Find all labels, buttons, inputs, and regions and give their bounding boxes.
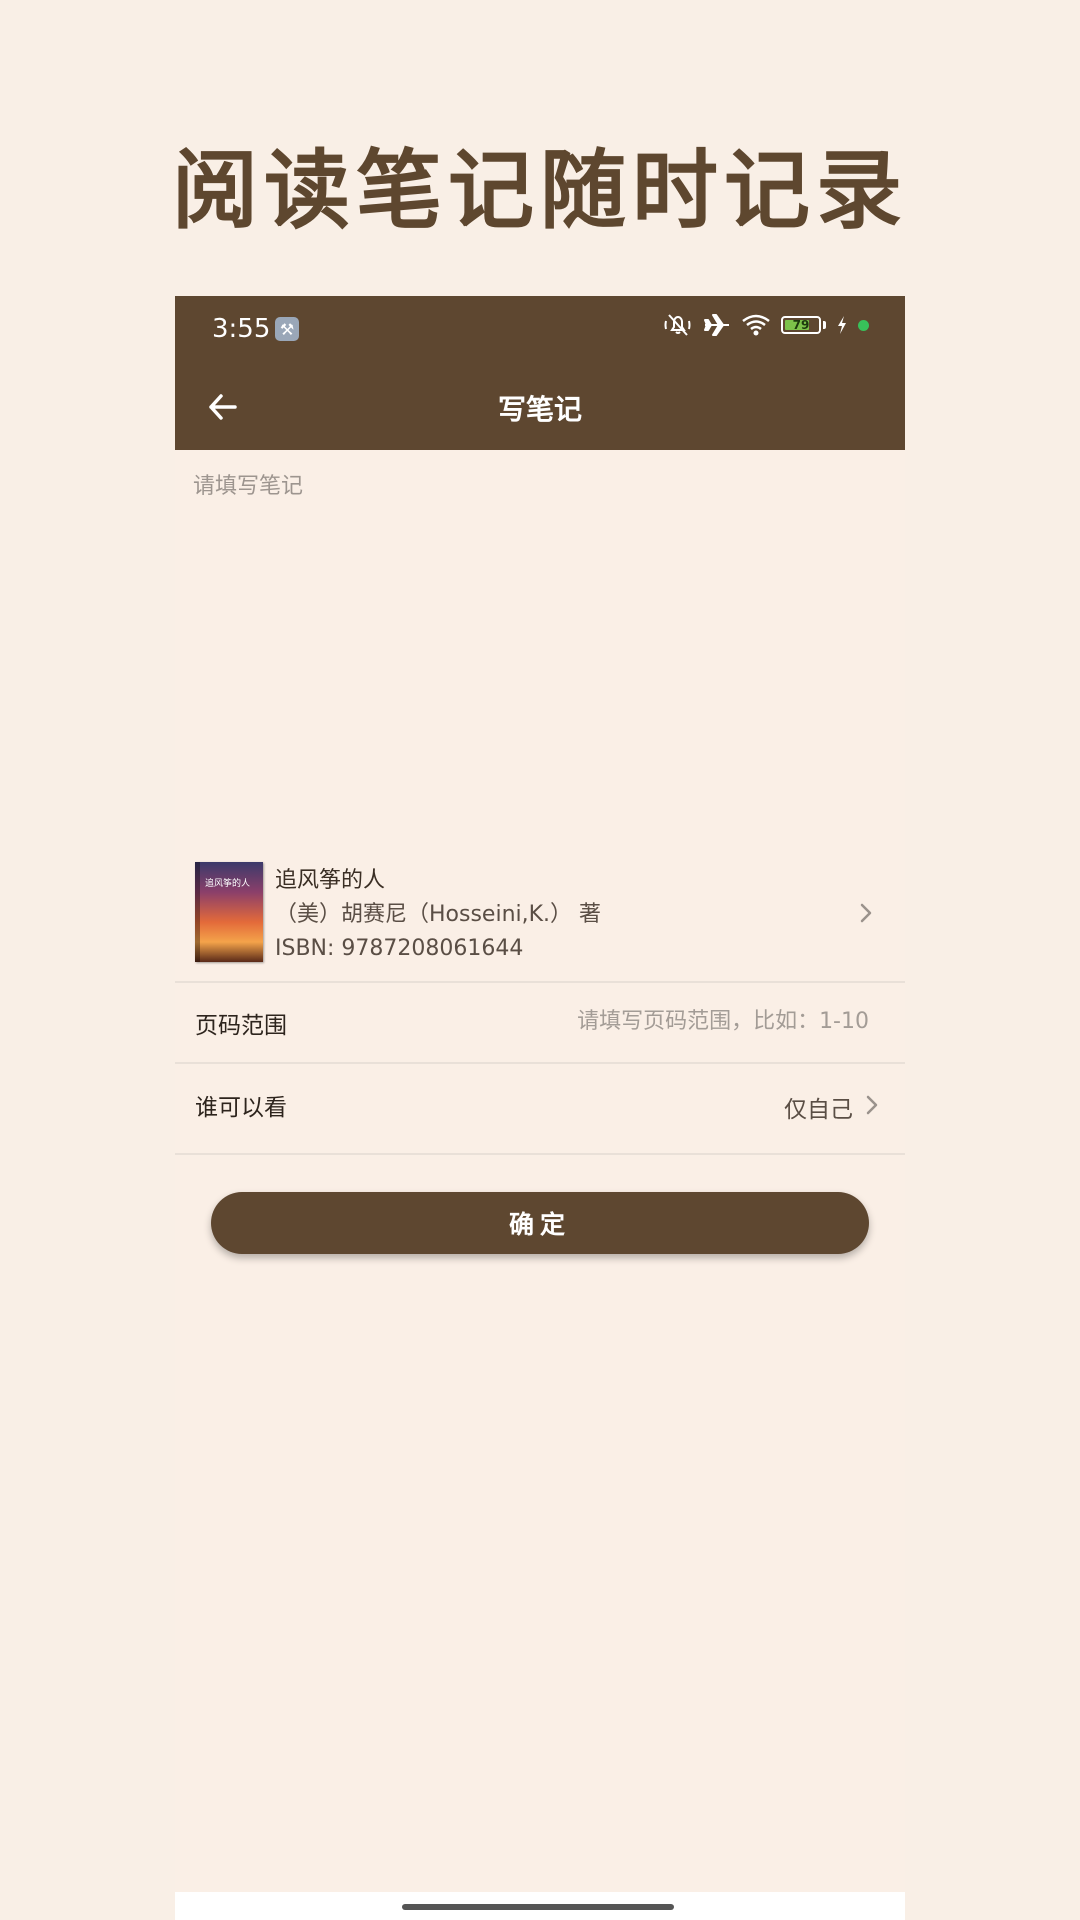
promo-title: 阅读笔记随时记录 [172, 140, 908, 241]
book-cover-image: 追风筝的人 [195, 862, 263, 962]
mute-icon [664, 314, 691, 336]
chevron-right-icon [866, 1095, 878, 1115]
divider [175, 1153, 905, 1155]
charging-icon [838, 316, 846, 334]
note-input[interactable] [193, 468, 883, 788]
wrench-icon: ⚒ [275, 317, 299, 341]
wifi-icon [742, 314, 770, 336]
page-range-input[interactable] [469, 1004, 869, 1038]
book-isbn: ISBN: 9787208061644 [275, 936, 524, 961]
privacy-indicator-dot [858, 319, 869, 331]
battery-level: 79 [792, 318, 810, 332]
status-icons: 79 [663, 312, 869, 338]
chevron-right-icon [860, 903, 872, 923]
book-cover-spine [195, 862, 200, 962]
book-title: 追风筝的人 [275, 868, 386, 893]
page-range-row: 页码范围 [175, 982, 905, 1062]
book-info: 追风筝的人 （美）胡赛尼（Hosseini,K.） 著 ISBN: 978720… [275, 864, 601, 966]
page-title: 写笔记 [497, 393, 582, 426]
confirm-button[interactable]: 确定 [211, 1192, 869, 1254]
airplane-icon [704, 314, 729, 336]
visibility-label: 谁可以看 [195, 1095, 287, 1121]
book-author: （美）胡赛尼（Hosseini,K.） 著 [275, 902, 602, 927]
app-bar: 写笔记 [175, 364, 905, 450]
home-indicator[interactable] [402, 1904, 674, 1910]
visibility-row[interactable]: 谁可以看 仅自己 [175, 1064, 905, 1144]
page-range-label: 页码范围 [195, 1013, 287, 1039]
status-time: 3:55 [212, 314, 271, 344]
navigation-bar [175, 1892, 905, 1920]
book-cover-title: 追风筝的人 [205, 879, 251, 889]
visibility-value: 仅自己 [784, 1097, 853, 1123]
status-bar: 3:55 ⚒ 79 [175, 296, 905, 364]
battery-icon: 79 [781, 316, 821, 334]
phone-screen: 3:55 ⚒ 79 写笔记 请填写笔记 追风筝的人 追风筝的人 （美）胡赛尼（H… [175, 296, 905, 1920]
book-selector[interactable]: 追风筝的人 追风筝的人 （美）胡赛尼（Hosseini,K.） 著 ISBN: … [175, 862, 905, 978]
battery-cap [823, 321, 826, 329]
